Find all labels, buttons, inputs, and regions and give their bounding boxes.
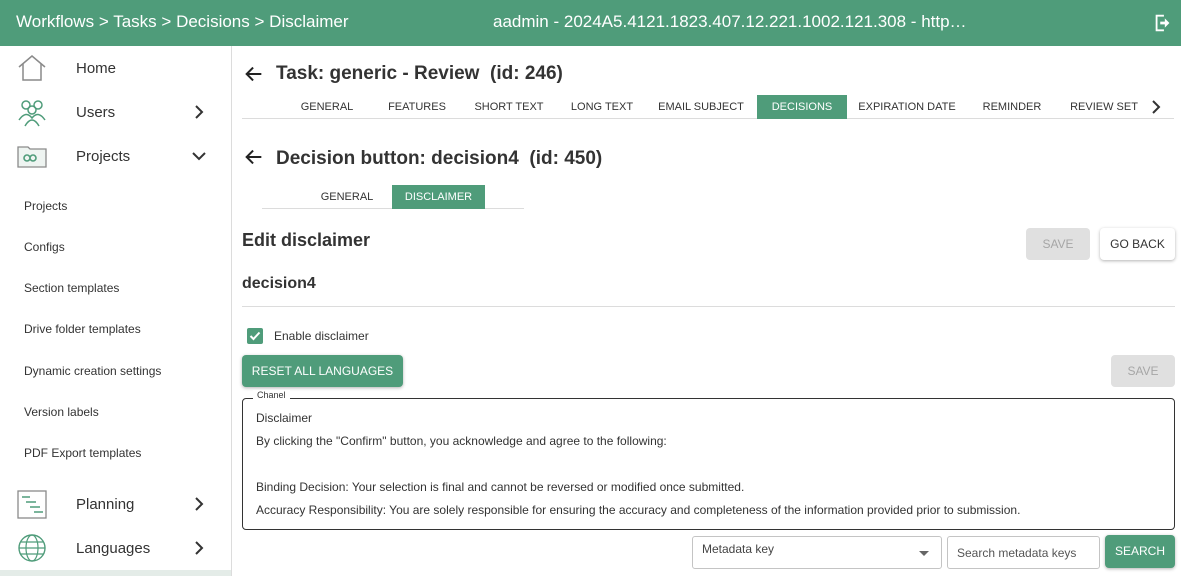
- disclaimer-line: Accuracy Responsibility: You are solely …: [256, 503, 1021, 517]
- breadcrumb-workflows[interactable]: Workflows: [16, 12, 94, 31]
- sidebar-next-item-highlight: [0, 570, 231, 576]
- sidebar-item-home[interactable]: Home: [0, 46, 231, 90]
- go-back-button[interactable]: GO BACK: [1100, 228, 1175, 260]
- sidebar-subitem-pdf-export-templates[interactable]: PDF Export templates: [24, 446, 141, 460]
- home-icon: [18, 55, 46, 81]
- chevron-down-icon: [192, 152, 206, 161]
- tab-long-text[interactable]: LONG TEXT: [565, 95, 639, 119]
- tab-review-set[interactable]: REVIEW SET: [1068, 95, 1140, 119]
- back-arrow-icon[interactable]: [243, 146, 265, 168]
- tab-expiration-date[interactable]: EXPIRATION DATE: [854, 95, 960, 119]
- globe-icon: [18, 534, 46, 562]
- breadcrumb-decisions[interactable]: Decisions: [176, 12, 250, 31]
- disclaimer-text-field[interactable]: Chanel Disclaimer By clicking the "Confi…: [242, 390, 1175, 530]
- tab-reminder[interactable]: REMINDER: [972, 95, 1052, 119]
- reset-all-languages-button[interactable]: RESET ALL LANGUAGES: [242, 355, 403, 387]
- main-content: Task: generic - Review (id: 246) GENERAL…: [232, 46, 1181, 576]
- task-tabs: GENERAL FEATURES SHORT TEXT LONG TEXT EM…: [242, 95, 1174, 119]
- caret-down-icon: [919, 551, 929, 556]
- tab-decisions[interactable]: DECISIONS: [757, 95, 847, 119]
- breadcrumb-separator: >: [254, 12, 265, 31]
- sidebar-subitem-version-labels[interactable]: Version labels: [24, 405, 99, 419]
- metadata-key-placeholder: Metadata key: [702, 542, 775, 556]
- sidebar-subitem-drive-folder-templates[interactable]: Drive folder templates: [24, 322, 141, 336]
- sidebar-item-planning[interactable]: Planning: [0, 482, 231, 526]
- sidebar-item-label: Home: [76, 60, 117, 77]
- tab-email-subject[interactable]: EMAIL SUBJECT: [653, 95, 749, 119]
- tab-general[interactable]: GENERAL: [297, 95, 357, 119]
- decision-id: (id: 450): [529, 148, 603, 169]
- sidebar-subitem-projects[interactable]: Projects: [24, 199, 67, 213]
- search-metadata-input[interactable]: [947, 536, 1100, 569]
- chevron-right-icon[interactable]: [1148, 99, 1164, 115]
- task-title: Task: generic - Review (id: 246): [276, 63, 563, 85]
- save-button[interactable]: SAVE: [1026, 228, 1090, 260]
- users-icon: [18, 100, 46, 127]
- breadcrumb-separator: >: [98, 12, 109, 31]
- breadcrumb: Workflows > Tasks > Decisions > Disclaim…: [16, 12, 349, 32]
- decision-name: decision4: [242, 275, 316, 292]
- sidebar-item-label: Users: [76, 104, 116, 121]
- field-legend: Chanel: [253, 390, 290, 400]
- decision-title-text: Decision button: decision4: [276, 148, 519, 169]
- decision-tabs: GENERAL DISCLAIMER: [262, 185, 524, 209]
- task-title-text: Task: generic - Review: [276, 63, 480, 84]
- tab-disclaimer[interactable]: DISCLAIMER: [392, 185, 485, 209]
- planning-icon: [17, 490, 47, 519]
- save-button[interactable]: SAVE: [1111, 355, 1175, 387]
- folder-icon: [17, 146, 47, 168]
- enable-disclaimer-label: Enable disclaimer: [274, 329, 369, 343]
- sidebar-subitem-section-templates[interactable]: Section templates: [24, 281, 119, 295]
- tab-short-text[interactable]: SHORT TEXT: [469, 95, 549, 119]
- disclaimer-line: Binding Decision: Your selection is fina…: [256, 480, 745, 494]
- disclaimer-line: Disclaimer: [256, 411, 313, 425]
- sidebar-item-label: Languages: [76, 540, 151, 557]
- divider: [242, 306, 1175, 307]
- sidebar-item-languages[interactable]: Languages: [0, 526, 231, 570]
- metadata-key-select[interactable]: Metadata key: [692, 536, 942, 569]
- sidebar-item-label: Planning: [76, 496, 135, 513]
- sidebar-item-projects[interactable]: Projects: [0, 134, 231, 178]
- enable-disclaimer-checkbox[interactable]: [247, 328, 263, 344]
- back-arrow-icon[interactable]: [243, 63, 265, 85]
- search-button[interactable]: SEARCH: [1105, 535, 1175, 568]
- sidebar-item-users[interactable]: Users: [0, 90, 231, 134]
- breadcrumb-tasks[interactable]: Tasks: [113, 12, 156, 31]
- tab-general[interactable]: GENERAL: [300, 185, 394, 209]
- breadcrumb-separator: >: [161, 12, 172, 31]
- tab-features[interactable]: FEATURES: [382, 95, 452, 119]
- sidebar-subitem-dynamic-creation-settings[interactable]: Dynamic creation settings: [24, 364, 161, 378]
- top-bar: Workflows > Tasks > Decisions > Disclaim…: [0, 0, 1181, 46]
- disclaimer-line: By clicking the "Confirm" button, you ac…: [256, 434, 667, 448]
- sidebar: Home Users Projects Projects Configs Sec…: [0, 46, 232, 576]
- decision-title: Decision button: decision4 (id: 450): [276, 148, 602, 170]
- sidebar-item-label: Projects: [76, 148, 131, 165]
- session-info: aadmin - 2024A5.4121.1823.407.12.221.100…: [493, 12, 973, 31]
- chevron-right-icon: [195, 497, 204, 511]
- logout-icon[interactable]: [1152, 12, 1174, 34]
- checkmark-icon: [249, 331, 261, 341]
- edit-disclaimer-heading: Edit disclaimer: [242, 230, 371, 250]
- task-id: (id: 246): [490, 63, 563, 84]
- chevron-right-icon: [195, 105, 204, 119]
- breadcrumb-disclaimer: Disclaimer: [269, 12, 349, 31]
- sidebar-subitem-configs[interactable]: Configs: [24, 240, 65, 254]
- chevron-right-icon: [195, 541, 204, 555]
